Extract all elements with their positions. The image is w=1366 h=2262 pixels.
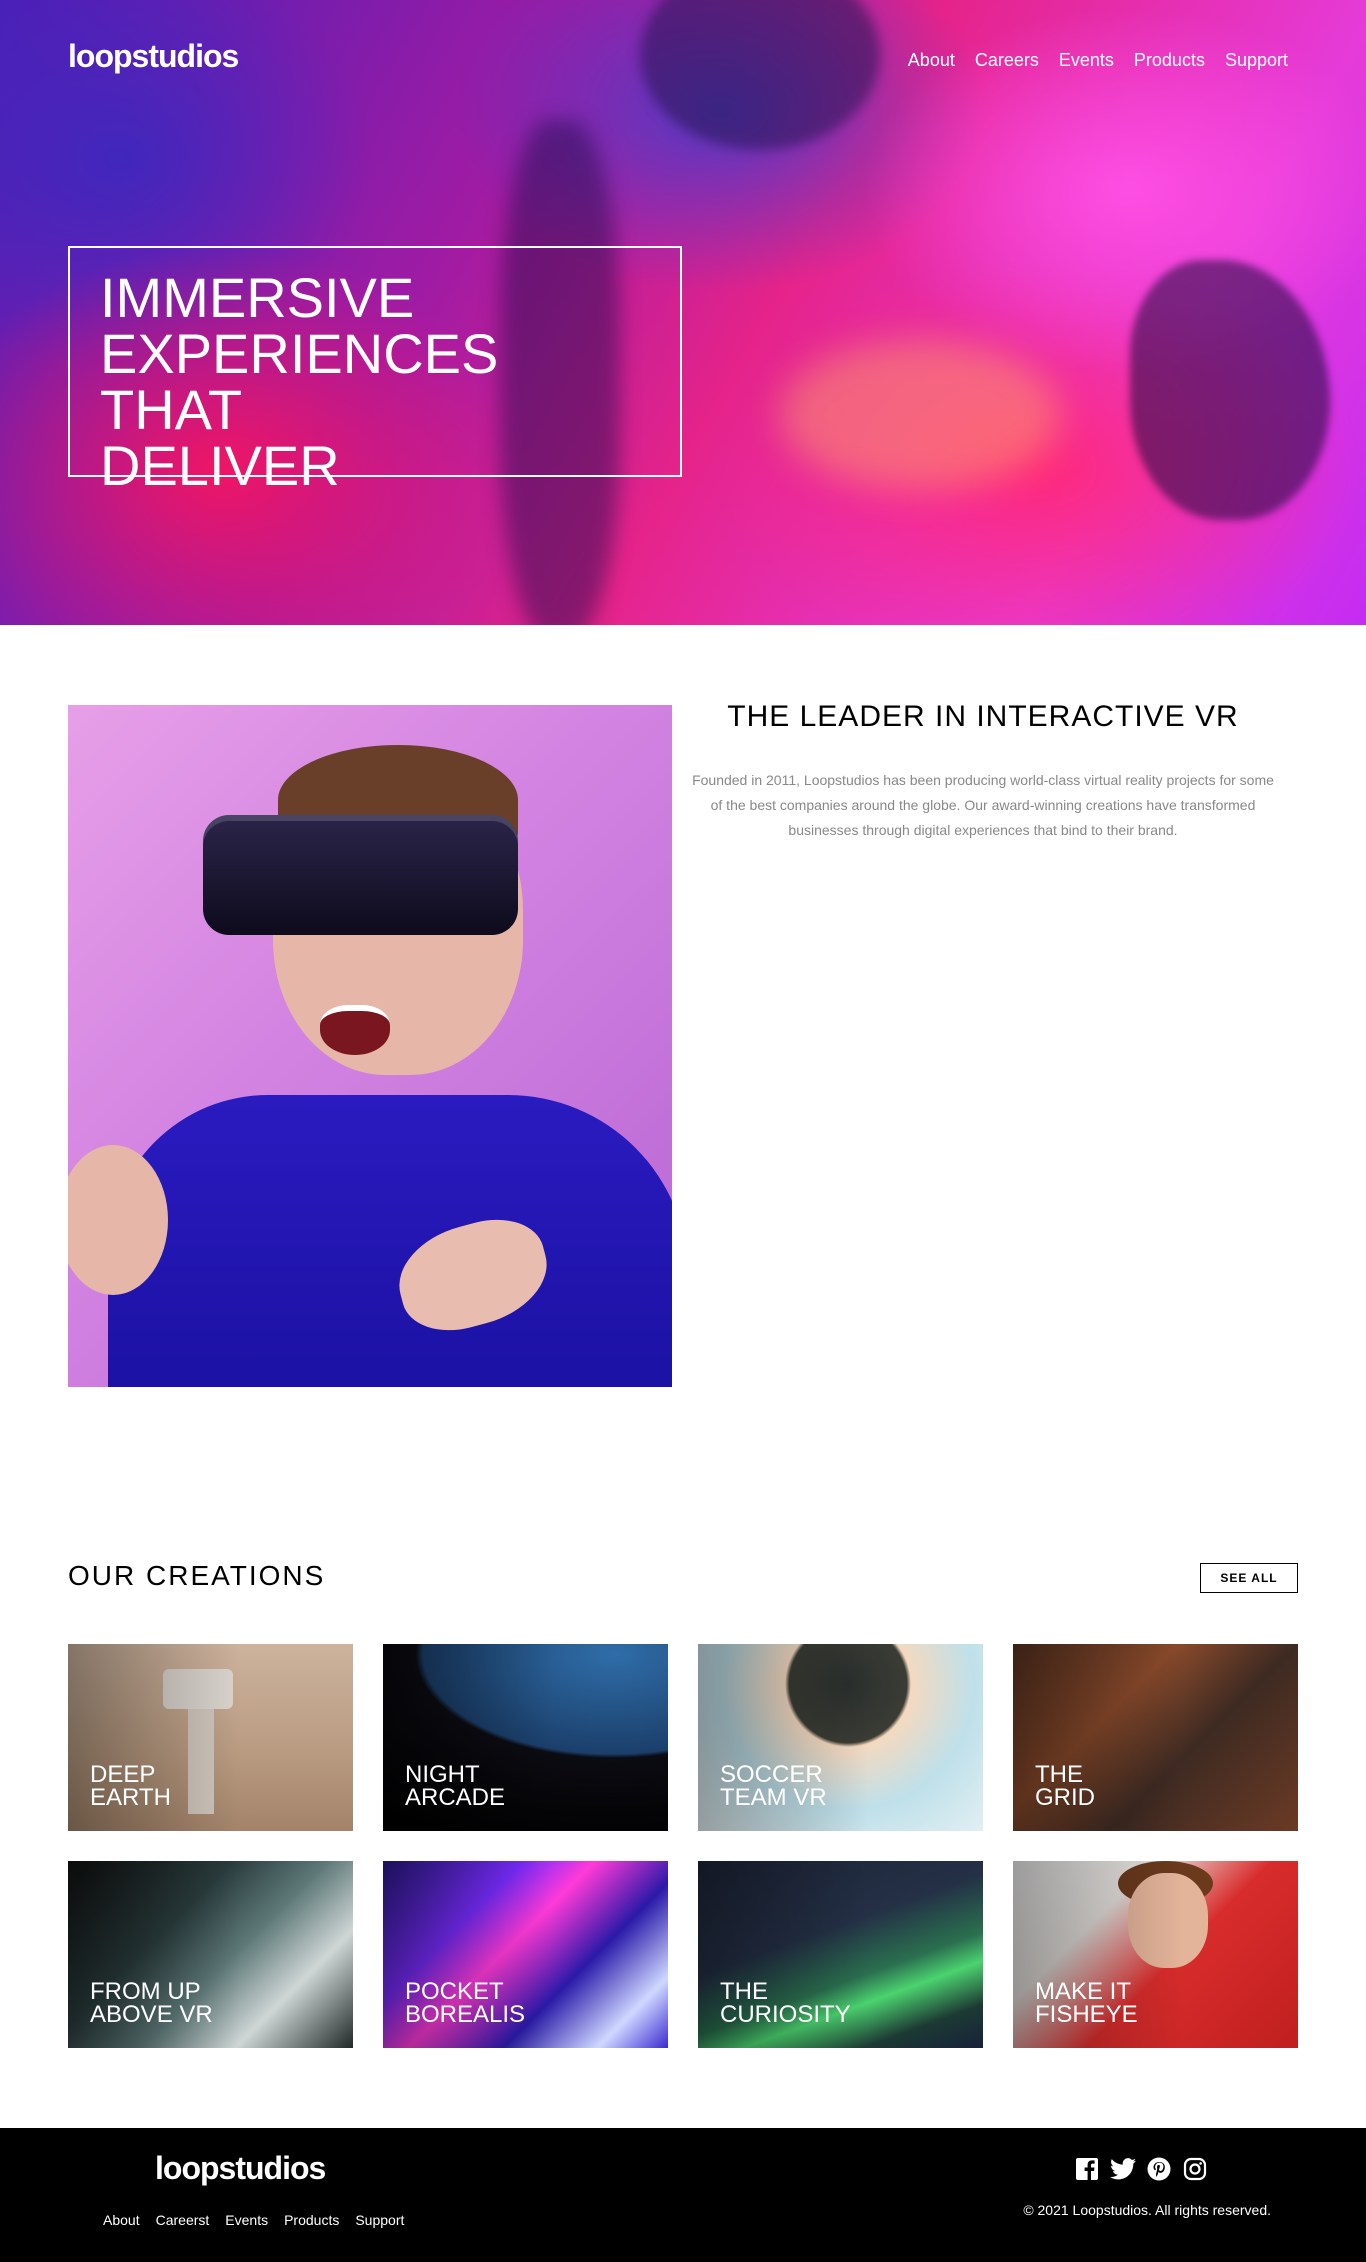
footer-link-support[interactable]: Support — [355, 2212, 404, 2228]
intro-vr-image — [68, 705, 672, 1387]
creation-tile-soccer-team-vr[interactable]: SOCCER TEAM VR — [698, 1644, 983, 1831]
hero-image-shape — [1130, 260, 1330, 520]
nav-link-support[interactable]: Support — [1225, 50, 1288, 71]
creation-label: DEEP EARTH — [90, 1761, 171, 1811]
site-logo[interactable]: loopstudios — [68, 38, 239, 75]
intro-section: THE LEADER IN INTERACTIVE VR Founded in … — [0, 625, 1366, 1560]
creation-label: THE CURIOSITY — [720, 1978, 851, 2028]
intro-heading: THE LEADER IN INTERACTIVE VR — [727, 700, 1239, 733]
footer-logo[interactable]: loopstudios — [155, 2150, 326, 2187]
creation-tile-deep-earth[interactable]: DEEP EARTH — [68, 1644, 353, 1831]
creation-label: FROM UP ABOVE VR — [90, 1978, 213, 2028]
hero-title-box: IMMERSIVE EXPERIENCES THAT DELIVER — [68, 246, 682, 494]
nav-link-about[interactable]: About — [908, 50, 955, 71]
creation-tile-night-arcade[interactable]: NIGHT ARCADE — [383, 1644, 668, 1831]
intro-body: Founded in 2011, Loopstudios has been pr… — [692, 772, 1274, 838]
creation-tile-the-curiosity[interactable]: THE CURIOSITY — [698, 1861, 983, 2048]
social-links — [1074, 2156, 1208, 2182]
creation-tile-make-it-fisheye[interactable]: MAKE IT FISHEYE — [1013, 1861, 1298, 2048]
twitter-icon[interactable] — [1110, 2156, 1136, 2182]
intro-card: THE LEADER IN INTERACTIVE VR Founded in … — [688, 700, 1278, 843]
creation-tile-pocket-borealis[interactable]: POCKET BOREALIS — [383, 1861, 668, 2048]
facebook-icon[interactable] — [1074, 2156, 1100, 2182]
footer-link-products[interactable]: Products — [284, 2212, 339, 2228]
creation-label: THE GRID — [1035, 1761, 1095, 1811]
creations-section: OUR CREATIONS SEE ALL DEEP EARTH NIGHT A… — [0, 1560, 1366, 2128]
hero-title: IMMERSIVE EXPERIENCES THAT DELIVER — [100, 266, 499, 497]
footer-link-about[interactable]: About — [103, 2212, 140, 2228]
footer-link-events[interactable]: Events — [225, 2212, 268, 2228]
vr-headset-shape — [203, 815, 518, 935]
image-shape — [320, 1005, 390, 1055]
creations-title: OUR CREATIONS — [68, 1560, 326, 1591]
creation-label: NIGHT ARCADE — [405, 1761, 506, 1811]
see-all-button[interactable]: SEE ALL — [1200, 1563, 1298, 1593]
creation-label: SOCCER TEAM VR — [720, 1761, 827, 1811]
creation-label: MAKE IT FISHEYE — [1035, 1978, 1138, 2028]
creation-label: POCKET BOREALIS — [405, 1978, 526, 2028]
nav-link-events[interactable]: Events — [1059, 50, 1114, 71]
creation-tile-from-up-above-vr[interactable]: FROM UP ABOVE VR — [68, 1861, 353, 2048]
hero-image-shape — [780, 340, 1060, 490]
site-header: loopstudios About Careers Events Product… — [0, 0, 1366, 120]
instagram-icon[interactable] — [1182, 2156, 1208, 2182]
nav-link-careers[interactable]: Careers — [975, 50, 1039, 71]
footer-link-careers[interactable]: Careerst — [156, 2212, 210, 2228]
image-shape — [108, 1095, 672, 1387]
creation-tile-the-grid[interactable]: THE GRID — [1013, 1644, 1298, 1831]
hero-section: loopstudios About Careers Events Product… — [0, 0, 1366, 625]
creations-grid: DEEP EARTH NIGHT ARCADE SOCCER TEAM VR T… — [68, 1644, 1298, 2048]
pinterest-icon[interactable] — [1146, 2156, 1172, 2182]
footer-nav: About Careerst Events Products Support — [103, 2212, 404, 2228]
copyright-text: © 2021 Loopstudios. All rights reserved. — [1023, 2202, 1271, 2218]
main-nav: About Careers Events Products Support — [908, 50, 1288, 71]
site-footer: loopstudios About Careerst Events Produc… — [0, 2128, 1366, 2262]
nav-link-products[interactable]: Products — [1134, 50, 1205, 71]
